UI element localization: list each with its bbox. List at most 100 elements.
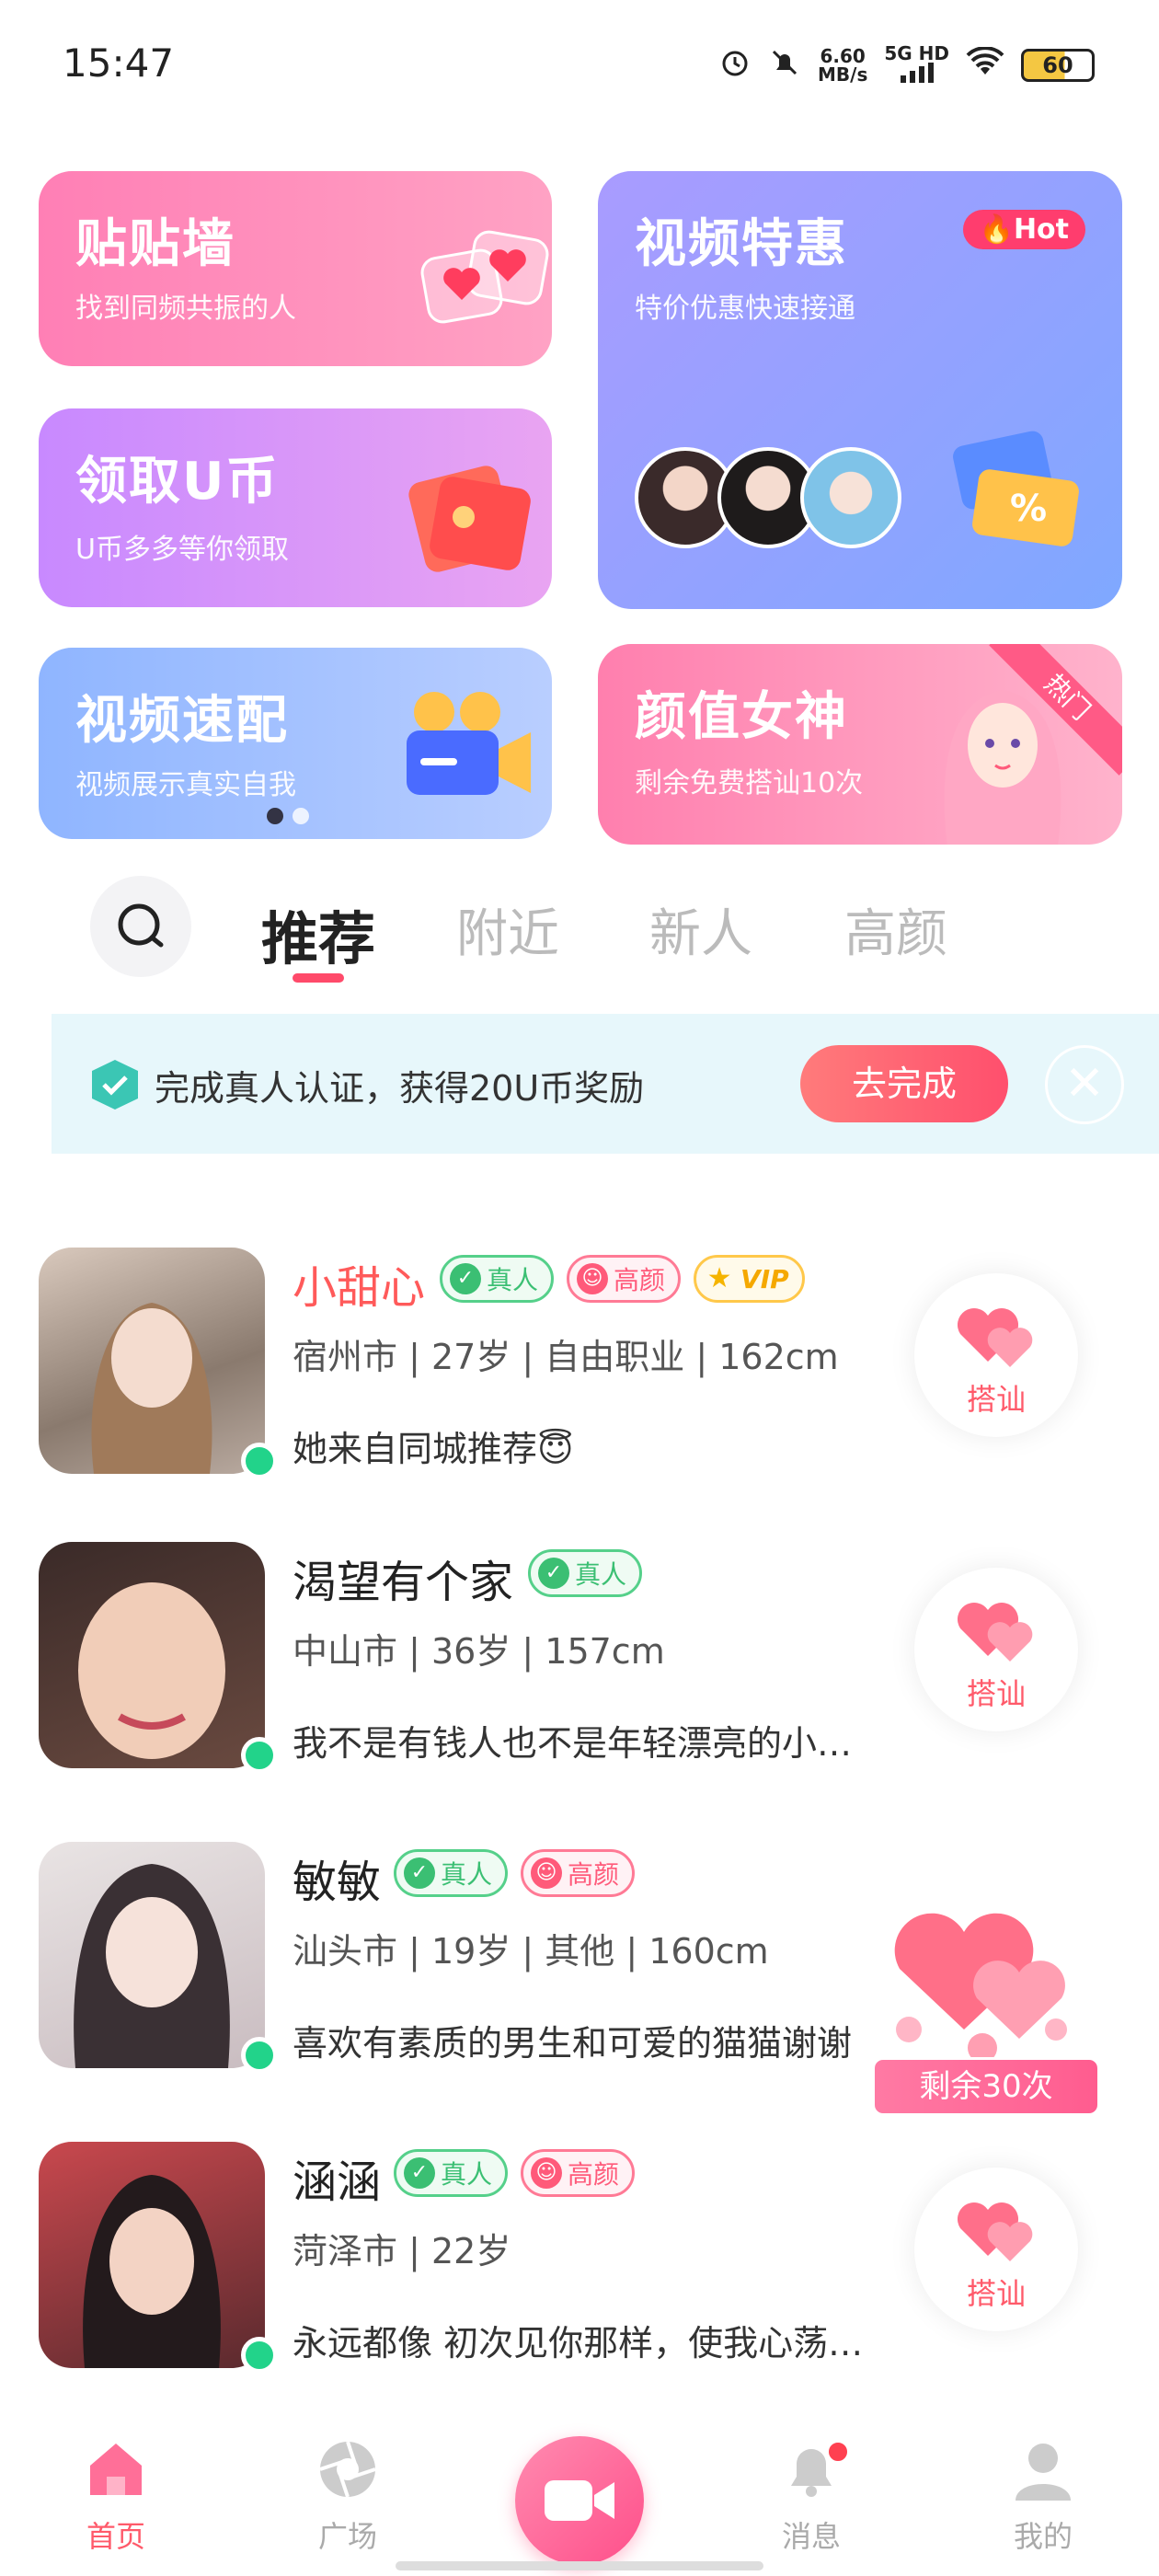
card-title: 视频速配 [75, 691, 289, 751]
carousel-dot[interactable] [293, 808, 309, 824]
video-call-button[interactable] [515, 2436, 644, 2565]
card-title: 领取U币 [75, 452, 280, 512]
battery-icon: 60 [1021, 48, 1095, 82]
card-beauty-goddess[interactable]: 颜值女神 剩余免费搭讪10次 热门 [598, 644, 1122, 845]
mute-bell-icon [768, 46, 801, 85]
card-title: 视频特惠 [635, 214, 848, 274]
free-greet-promo[interactable]: 剩余30次 [872, 1873, 1100, 2116]
svg-text:%: % [1010, 488, 1047, 530]
home-icon [90, 2444, 142, 2495]
verify-banner: 完成真人认证，获得20U币奖励 去完成 ✕ [52, 1014, 1159, 1154]
check-icon: ✓ [404, 1857, 435, 1889]
user-photo-image [74, 1864, 230, 2068]
user-signature: 她来自同城推荐😇 [293, 1429, 574, 1469]
nav-messages[interactable]: 消息 [738, 2436, 885, 2556]
hearts-icon [957, 1307, 1033, 1367]
tab-high-beauty[interactable]: 高颜 [844, 892, 947, 967]
face-icon: ☺ [531, 2157, 563, 2189]
user-photo-image [78, 1582, 225, 1759]
wifi-icon [966, 45, 1004, 84]
status-bar: 15:47 6.60 MB/s 5G HD 60 [0, 0, 1159, 138]
vip-badge: ★ VIP [694, 1255, 805, 1303]
user-photo[interactable] [39, 2142, 265, 2368]
nav-square[interactable]: 广场 [274, 2436, 421, 2556]
user-photo-image [83, 2175, 221, 2368]
hearts-icon [957, 2202, 1033, 2261]
star-icon: ★ [706, 1262, 732, 1294]
high-beauty-badge: ☺ 高颜 [521, 1849, 636, 1897]
status-time: 15:47 [63, 40, 175, 86]
card-claim-ucoin[interactable]: 领取U币 U币多多等你领取 [39, 408, 552, 607]
face-icon: ☺ [531, 1857, 563, 1889]
aperture-icon [319, 2441, 376, 2498]
avatar [800, 447, 901, 548]
big-hearts-icon [894, 1873, 1078, 2063]
user-photo[interactable] [39, 1248, 265, 1474]
list-item-user[interactable]: 渴望有个家 ✓ 真人 中山市 | 36岁 | 157cm 我不是有钱人也不是年轻漂… [0, 1542, 1159, 1818]
verified-shield-icon [92, 1060, 138, 1110]
card-video-deal[interactable]: 视频特惠 特价优惠快速接通 🔥Hot % [598, 171, 1122, 609]
profile-icon [1016, 2444, 1071, 2501]
video-camera-icon [545, 2480, 614, 2521]
online-status-dot [241, 1443, 278, 1479]
card-title: 贴贴墙 [75, 214, 235, 274]
card-subtitle: 剩余免费搭讪10次 [635, 767, 864, 799]
list-item-user[interactable]: 涵涵 ✓ 真人 ☺ 高颜 菏泽市 | 22岁 永远都像 初次见你那样，使我心荡… 搭… [0, 2142, 1159, 2418]
tab-nearby[interactable]: 附近 [456, 892, 559, 967]
hot-badge: 🔥Hot [962, 210, 1085, 249]
net-speed: 6.60 MB/s [818, 44, 868, 86]
real-person-badge: ✓ 真人 [440, 1255, 555, 1303]
user-name: 渴望有个家 [293, 1557, 514, 1608]
search-icon [118, 903, 164, 948]
real-person-badge: ✓ 真人 [394, 1849, 509, 1897]
user-signature: 喜欢有素质的男生和可爱的猫猫谢谢 [293, 2023, 853, 2064]
user-info: 菏泽市 | 22岁 [293, 2231, 511, 2271]
check-icon: ✓ [538, 1558, 569, 1589]
user-info: 宿州市 | 27岁 | 自由职业 | 162cm [293, 1337, 839, 1377]
search-button[interactable] [90, 876, 191, 977]
tab-indicator [293, 973, 344, 983]
nav-profile[interactable]: 我的 [970, 2436, 1117, 2556]
greet-button[interactable]: 搭讪 [914, 1568, 1078, 1731]
verify-complete-button[interactable]: 去完成 [800, 1045, 1008, 1122]
tab-newcomer[interactable]: 新人 [649, 892, 752, 967]
check-icon: ✓ [404, 2157, 435, 2189]
alarm-icon [718, 46, 752, 85]
coupon-icon: % [953, 431, 1079, 546]
user-photo[interactable] [39, 1542, 265, 1768]
user-info: 中山市 | 36岁 | 157cm [293, 1631, 665, 1672]
red-envelope-icon [408, 466, 531, 572]
face-icon: ☺ [577, 1263, 609, 1294]
greet-button[interactable]: 搭讪 [914, 2168, 1078, 2331]
flame-icon: 🔥 [979, 213, 1014, 246]
close-icon[interactable]: ✕ [1045, 1045, 1124, 1124]
greet-label: 搭讪 [966, 1382, 1026, 1417]
greet-button[interactable]: 搭讪 [914, 1273, 1078, 1437]
user-info: 汕头市 | 19岁 | 其他 | 160cm [293, 1931, 769, 1972]
check-icon: ✓ [450, 1263, 481, 1294]
goddess-illustration [944, 690, 1061, 845]
card-subtitle: U币多多等你领取 [75, 534, 289, 566]
card-tiepai-wall[interactable]: 贴贴墙 找到同频共振的人 [39, 171, 552, 366]
card-subtitle: 找到同频共振的人 [75, 293, 296, 325]
user-signature: 我不是有钱人也不是年轻漂亮的小… [293, 1723, 853, 1764]
signal-icon: 5G HD [884, 44, 949, 86]
home-indicator [396, 2561, 763, 2570]
greet-label: 搭讪 [966, 1676, 1026, 1711]
hearts-icon [957, 1602, 1033, 1662]
user-photo-image [91, 1303, 212, 1474]
list-item-user[interactable]: 小甜心 ✓ 真人 ☺ 高颜 ★ VIP 宿州市 | 27岁 | 自由职业 | 162c… [0, 1248, 1159, 1524]
high-beauty-badge: ☺ 高颜 [521, 2149, 636, 2197]
user-photo[interactable] [39, 1842, 265, 2068]
card-subtitle: 视频展示真实自我 [75, 769, 296, 801]
carousel-dot[interactable] [267, 808, 283, 824]
user-name: 小甜心 [293, 1262, 426, 1314]
user-name: 涵涵 [293, 2156, 382, 2208]
avatar-group [635, 447, 901, 548]
hearts-icon [420, 230, 549, 324]
tab-recommend[interactable]: 推荐 [261, 892, 375, 975]
high-beauty-badge: ☺ 高颜 [567, 1255, 682, 1303]
nav-home[interactable]: 首页 [42, 2436, 189, 2556]
user-name: 敏敏 [293, 1857, 382, 1908]
online-status-dot [241, 2337, 278, 2374]
